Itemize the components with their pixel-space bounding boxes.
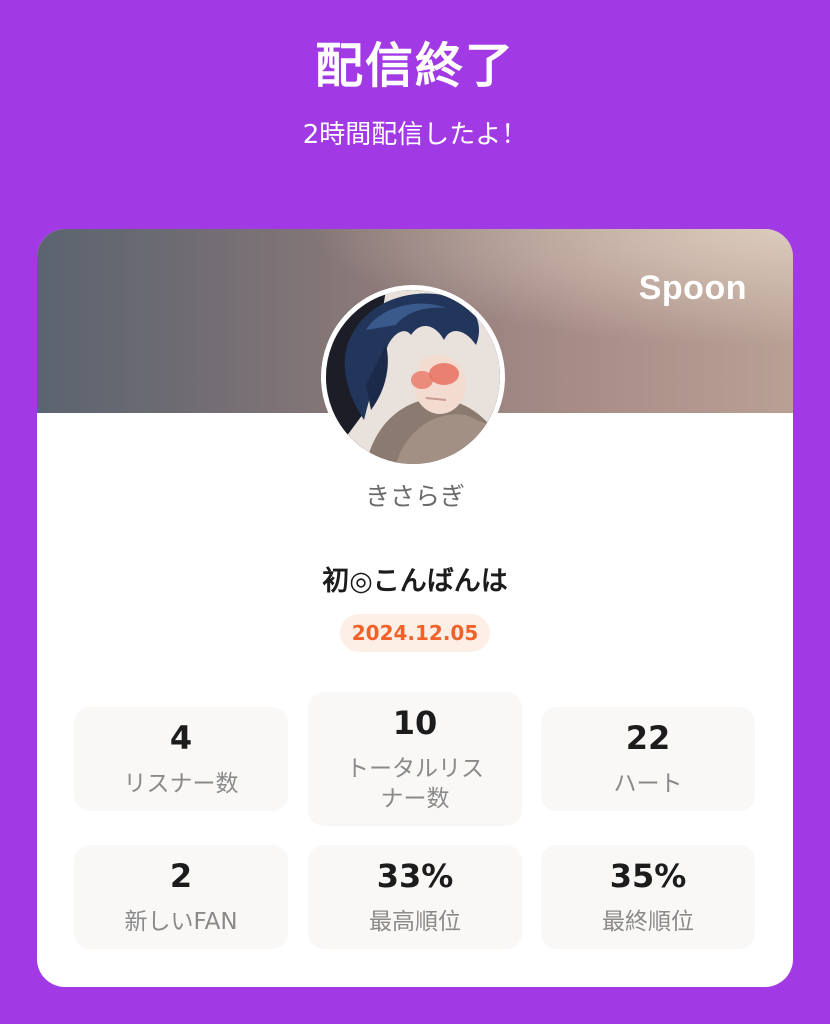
avatar[interactable]: [321, 285, 505, 469]
anime-character-avatar-icon: [326, 290, 500, 464]
header-subtitle: 2時間配信したよ！: [302, 120, 528, 150]
stat-new-fans: 2 新しいFAN: [74, 845, 288, 949]
date-badge: 2024.12.05: [340, 614, 490, 652]
stat-label: 最高順位: [369, 909, 461, 935]
stat-label: 最終順位: [602, 909, 694, 935]
stat-hearts: 22 ハート: [541, 707, 755, 811]
stat-highest-rank: 33% 最高順位: [308, 845, 522, 949]
stream-title: 初◎こんばんは: [322, 566, 508, 597]
stat-value: 35%: [609, 857, 687, 895]
stat-final-rank: 35% 最終順位: [541, 845, 755, 949]
stat-listeners: 4 リスナー数: [74, 707, 288, 811]
stat-label: 新しいFAN: [124, 909, 238, 935]
stat-total-listeners: 10 トータルリスナー数: [308, 692, 522, 826]
stat-value: 10: [392, 704, 438, 742]
stat-value: 2: [169, 857, 193, 895]
username: きさらぎ: [364, 482, 465, 511]
stat-value: 33%: [376, 857, 454, 895]
stat-label: トータルリスナー数: [346, 756, 484, 812]
stat-label: リスナー数: [123, 771, 239, 797]
stat-value: 4: [169, 719, 193, 757]
stat-label: ハート: [613, 771, 683, 797]
stat-value: 22: [625, 719, 671, 757]
broadcast-summary-card: Spoon きさらぎ 初◎こんばんは 2024.12.05 4 リスナー数 10…: [37, 229, 793, 987]
header-title: 配信終了: [314, 38, 515, 94]
spoon-logo: Spoon: [638, 269, 747, 307]
